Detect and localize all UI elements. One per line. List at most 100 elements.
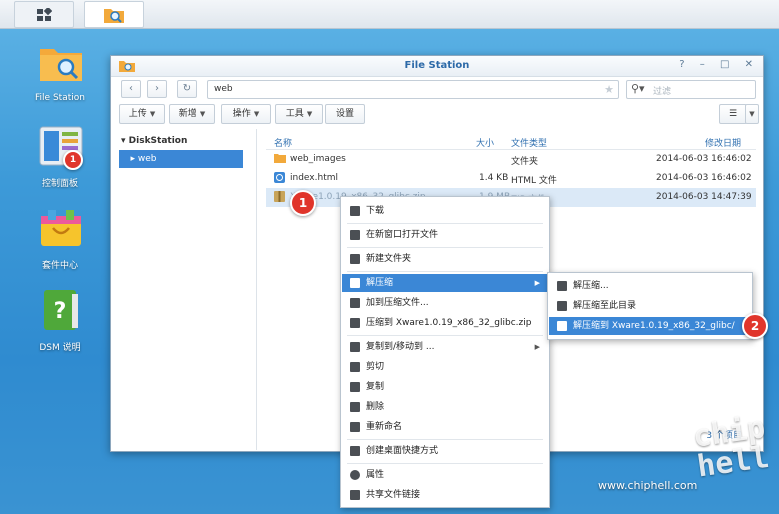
tools-button[interactable]: 工具 ▼ [275,104,323,124]
caret-down-icon: ▼ [149,110,156,118]
menu-item-copy[interactable]: 复制 [342,378,548,396]
menu-item-copy-move-to[interactable]: 复制到/移动到 ... ▶ [342,338,548,356]
list-view-icon: ☰ [728,109,738,119]
chevron-right-icon: › [155,83,159,94]
extract-submenu: 解压缩... 解压缩至此目录 解压缩到 Xware1.0.19_x86_32_g… [547,272,753,340]
folder-icon [274,153,286,166]
menu-item-add-to-archive[interactable]: 加到压缩文件... [342,294,548,312]
taskbar [0,0,779,29]
submenu-item-extract-here[interactable]: 解压缩至此目录 [549,297,751,315]
callout-badge-1: 1 [290,190,316,216]
file-type: HTML 文件 [511,176,557,186]
settings-button[interactable]: 设置 [325,104,365,124]
copy-move-icon [350,342,360,352]
package-center-icon [38,208,82,252]
menu-item-share-link[interactable]: 共享文件链接 [342,486,548,504]
caret-down-icon: ▼ [306,110,313,118]
table-row[interactable]: index.html 1.4 KB HTML 文件 2014-06-03 16:… [266,169,756,188]
menu-item-extract[interactable]: 解压缩 ▶ [342,274,548,292]
column-modified[interactable]: 修改日期 [705,136,741,149]
menu-item-delete[interactable]: 删除 [342,398,548,416]
watermark-text: www.chiphell.com [598,479,698,492]
toolbar: 上传 ▼ 新增 ▼ 操作 ▼ 工具 ▼ 设置 ☰ ▼ [111,104,763,126]
desktop-icon-package-center[interactable]: 套件中心 [21,208,99,271]
open-window-icon [350,230,360,240]
pencil-icon [350,422,360,432]
menu-item-cut[interactable]: 剪切 [342,358,548,376]
help-icon: ? [38,290,82,334]
main-menu-button[interactable] [14,1,74,28]
table-row[interactable]: web_images 文件夹 2014-06-03 16:46:02 [266,150,756,169]
chiphell-logo: chip hell [690,410,772,485]
file-name: web_images [290,154,346,164]
submenu-item-extract[interactable]: 解压缩... [549,277,751,295]
action-button[interactable]: 操作 ▼ [221,104,271,124]
callout-badge-2: 2 [742,313,768,339]
submenu-arrow-icon: ▶ [534,343,540,351]
shortcut-icon [350,446,360,456]
submenu-item-extract-to-folder[interactable]: 解压缩到 Xware1.0.19_x86_32_glibc/ [549,317,751,335]
menu-item-rename[interactable]: 重新命名 [342,418,548,436]
filter-search[interactable]: ⚲▾ 过滤 [626,80,756,99]
search-icon: ⚲▾ [631,82,645,95]
tree-item-web[interactable]: ▸ web [119,150,243,168]
view-mode-button[interactable]: ☰ [719,104,747,124]
upload-button[interactable]: 上传 ▼ [119,104,165,124]
help-button[interactable]: ? [679,59,684,70]
column-name[interactable]: 名称 [274,136,292,149]
grid-icon [37,7,52,21]
refresh-button[interactable]: ↻ [177,80,197,98]
back-button[interactable]: ‹ [121,80,141,98]
copy-icon [350,382,360,392]
scissors-icon [350,362,360,372]
compress-icon [350,318,360,328]
desktop-icon-control-panel[interactable]: 控制面板 1 [21,126,99,189]
extract-icon [350,278,360,288]
file-size: 1.4 KB [479,173,509,183]
path-value: web [214,84,233,94]
forward-button[interactable]: › [147,80,167,98]
star-icon[interactable]: ★ [604,83,614,96]
create-button[interactable]: 新增 ▼ [169,104,215,124]
menu-item-compress-to[interactable]: 压缩到 Xware1.0.19_x86_32_glibc.zip [342,314,548,332]
menu-item-new-folder[interactable]: 新建文件夹 [342,250,548,268]
menu-item-properties[interactable]: 属性 [342,466,548,484]
minimize-button[interactable]: – [700,59,705,70]
view-mode-dropdown[interactable]: ▼ [745,104,759,124]
extract-icon [557,301,567,311]
file-station-icon [38,43,82,87]
search-placeholder: 过滤 [653,87,672,97]
folder-tree: ▾ DiskStation ▸ web [111,129,257,450]
notification-badge: 1 [63,150,83,170]
archive-icon [350,298,360,308]
file-type: 文件夹 [511,157,539,167]
svg-text:?: ? [54,299,67,324]
caret-down-icon: ▼ [749,110,755,118]
window-controls: ? – □ ✕ [667,59,753,70]
desktop-icon-dsm-help[interactable]: ? DSM 说明 [21,290,99,353]
window-title: File Station [404,60,470,71]
menu-item-create-shortcut[interactable]: 创建桌面快捷方式 [342,442,548,460]
taskbar-file-station-button[interactable] [84,1,144,28]
chevron-left-icon: ‹ [129,83,133,94]
close-button[interactable]: ✕ [745,59,753,70]
file-name: index.html [290,173,338,183]
tree-root-diskstation[interactable]: ▾ DiskStation [121,136,187,146]
desktop-icon-file-station[interactable]: File Station [21,43,99,103]
window-titlebar[interactable]: File Station ? – □ ✕ [111,56,763,77]
info-icon [350,470,360,480]
column-type[interactable]: 文件类型 [511,136,547,149]
menu-item-open-new-window[interactable]: 在新窗口打开文件 [342,226,548,244]
maximize-button[interactable]: □ [720,59,729,70]
file-modified: 2014-06-03 16:46:02 [656,154,752,164]
path-field[interactable]: web ★ [207,80,619,99]
refresh-icon: ↻ [182,83,192,94]
column-size[interactable]: 大小 [476,136,494,149]
html-file-icon [274,172,285,186]
menu-item-download[interactable]: 下载 [342,202,548,220]
file-modified: 2014-06-03 14:47:39 [656,192,752,202]
desktop-icon-label: File Station [35,93,85,103]
context-menu: 下载 在新窗口打开文件 新建文件夹 解压缩 ▶ 加到压缩文件... 压缩到 Xwa… [340,196,550,508]
desktop-icon-label: 套件中心 [41,261,78,271]
share-icon [350,490,360,500]
